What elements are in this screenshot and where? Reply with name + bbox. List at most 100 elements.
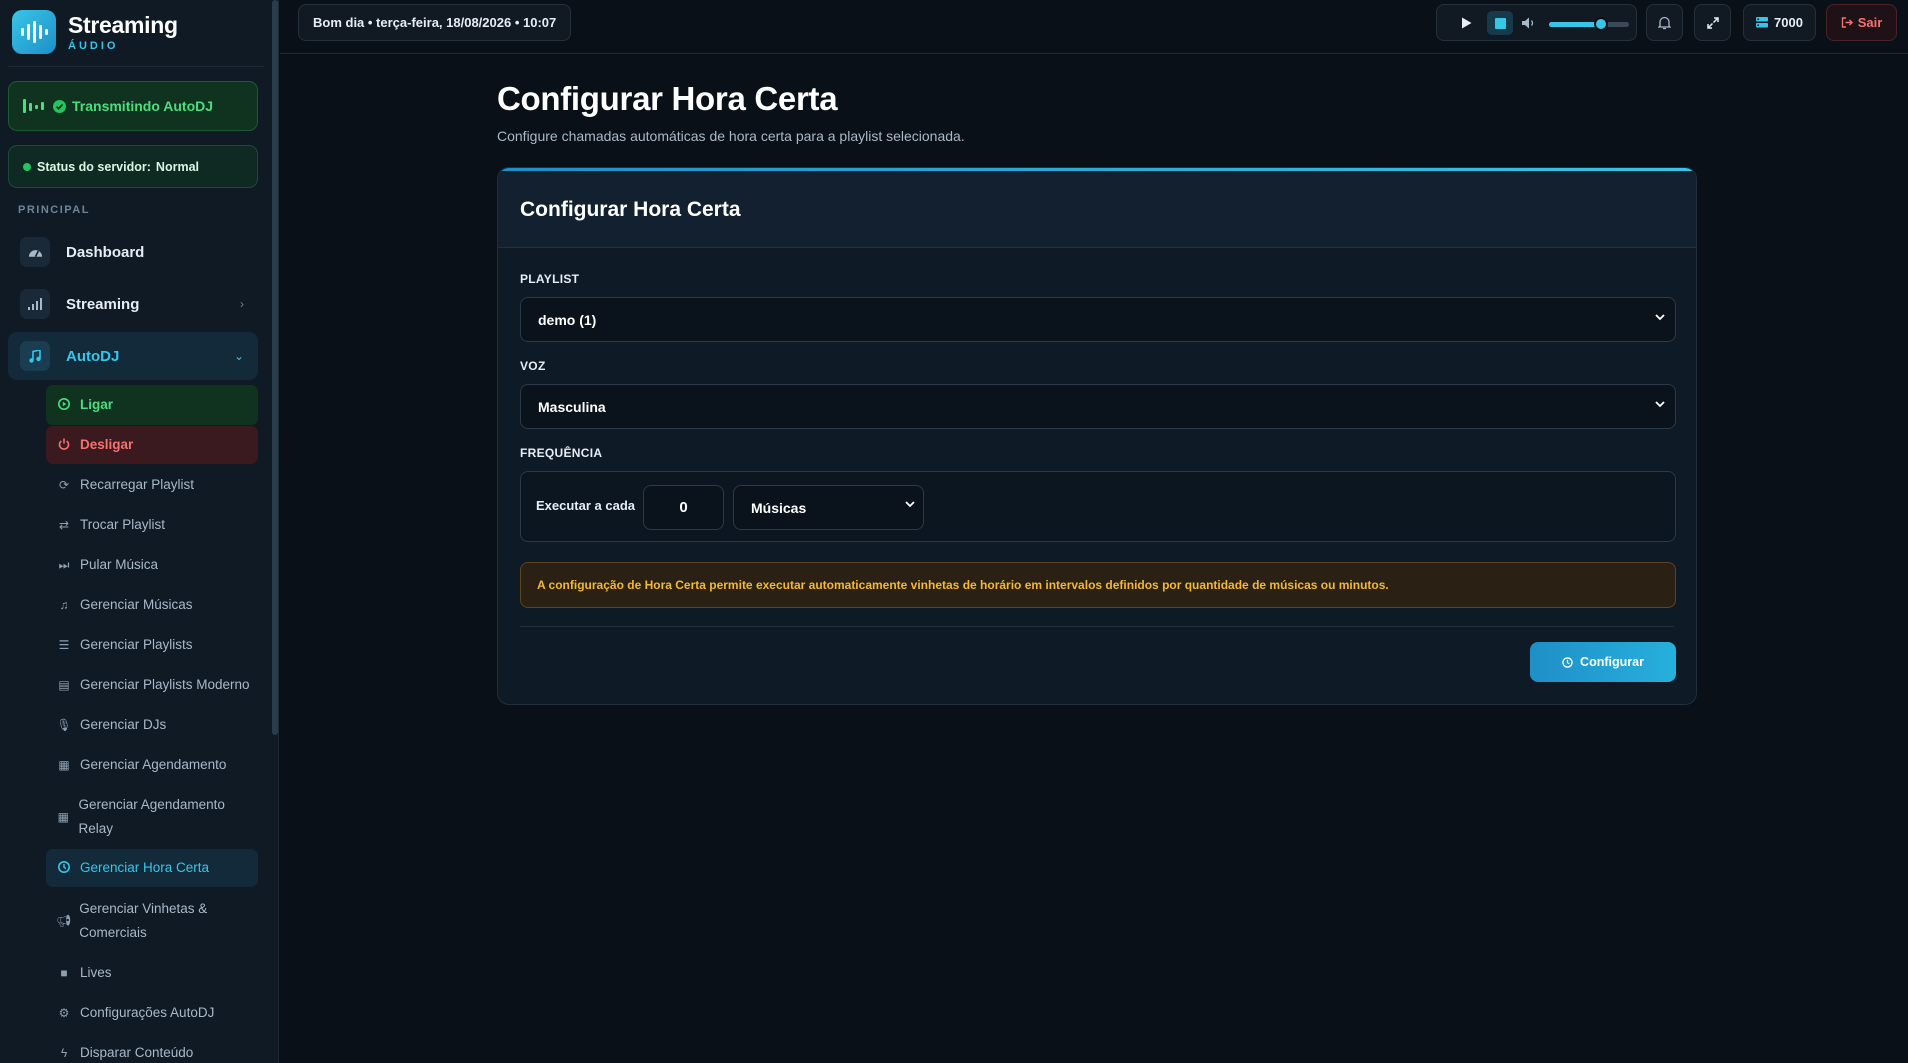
sidebar-item-streaming[interactable]: Streaming › bbox=[8, 280, 258, 328]
submenu-label: Ligar bbox=[80, 397, 114, 412]
audio-player bbox=[1436, 4, 1637, 41]
server-icon bbox=[1756, 17, 1769, 28]
submenu-label: Lives bbox=[80, 965, 112, 980]
chevron-down-icon bbox=[1655, 310, 1665, 324]
brand[interactable]: Streaming ÁUDIO bbox=[12, 10, 178, 54]
notifications-button[interactable] bbox=[1646, 4, 1683, 41]
submenu-manage-jingles[interactable]: 📢︎ Gerenciar Vinhetas & Comerciais bbox=[46, 897, 236, 945]
submenu-trigger-content[interactable]: ϟ Disparar Conteúdo bbox=[46, 1041, 258, 1063]
list-icon: ☰ bbox=[58, 638, 70, 652]
sidebar-item-label: Dashboard bbox=[66, 243, 145, 261]
server-status-value: Normal bbox=[155, 159, 199, 174]
topbar: Bom dia • terça-feira, 18/08/2026 • 10:0… bbox=[280, 0, 1908, 54]
submenu-switch-playlist[interactable]: ⇄ Trocar Playlist bbox=[46, 513, 258, 537]
submenu-manage-playlists[interactable]: ☰ Gerenciar Playlists bbox=[46, 633, 258, 657]
status-dot-icon bbox=[23, 162, 31, 171]
logout-button[interactable]: Sair bbox=[1826, 4, 1897, 41]
submenu-label: Desligar bbox=[80, 437, 134, 452]
volume-icon[interactable] bbox=[1520, 11, 1538, 35]
refresh-icon: ⟳ bbox=[58, 478, 70, 492]
card-header: Configurar Hora Certa bbox=[498, 168, 1696, 248]
chevron-down-icon: ⌄ bbox=[233, 349, 244, 363]
frequency-label: FREQUÊNCIA bbox=[520, 446, 603, 460]
clock-icon bbox=[1562, 656, 1573, 668]
server-status-label: Status do servidor: bbox=[37, 159, 151, 174]
check-circle-icon bbox=[53, 99, 66, 113]
page-title: Configurar Hora Certa bbox=[497, 80, 838, 117]
submenu-manage-schedule[interactable]: ▦ Gerenciar Agendamento bbox=[46, 753, 258, 777]
submenu-label: Recarregar Playlist bbox=[80, 477, 195, 492]
brand-subtitle: ÁUDIO bbox=[68, 40, 119, 52]
autodj-status-text: Transmitindo AutoDJ bbox=[72, 98, 214, 114]
frequency-group: Executar a cada 0 Músicas bbox=[520, 471, 1676, 542]
logout-label: Sair bbox=[1857, 15, 1883, 30]
chevron-down-icon bbox=[905, 499, 915, 511]
configure-button-label: Configurar bbox=[1580, 655, 1644, 669]
autodj-stop-button[interactable]: Desligar bbox=[46, 426, 258, 464]
sidebar: Streaming ÁUDIO Transmitindo AutoDJ Stat… bbox=[0, 0, 279, 1063]
hora-certa-form-card: Configurar Hora Certa PLAYLIST demo (1) … bbox=[497, 167, 1697, 705]
submenu-manage-playlists-modern[interactable]: ▤ Gerenciar Playlists Moderno bbox=[46, 673, 258, 697]
submenu-manage-songs[interactable]: ♫ Gerenciar Músicas bbox=[46, 593, 258, 617]
sidebar-item-dashboard[interactable]: Dashboard bbox=[8, 228, 258, 276]
audio-wave-icon bbox=[12, 10, 56, 54]
submenu-skip-song[interactable]: ⏭ Pular Música bbox=[46, 553, 258, 577]
submenu-manage-djs[interactable]: 🎙︎ Gerenciar DJs bbox=[46, 713, 258, 737]
submenu-label: Trocar Playlist bbox=[80, 517, 166, 532]
submenu-lives[interactable]: ■ Lives bbox=[46, 961, 258, 985]
sidebar-item-label: AutoDJ bbox=[66, 347, 120, 365]
autodj-start-button[interactable]: Ligar bbox=[46, 385, 258, 425]
voice-select[interactable]: Masculina bbox=[520, 384, 1676, 429]
stop-button[interactable] bbox=[1487, 11, 1513, 35]
submenu-label: Gerenciar Agendamento bbox=[80, 757, 227, 772]
submenu-label: Pular Música bbox=[80, 557, 159, 572]
submenu-label: Gerenciar Hora Certa bbox=[80, 860, 210, 875]
submenu-label: Disparar Conteúdo bbox=[80, 1045, 194, 1060]
calendar-icon: ▦ bbox=[57, 810, 69, 824]
bolt-icon: ϟ bbox=[60, 1046, 68, 1060]
card-accent-line bbox=[498, 168, 1696, 171]
frequency-prefix: Executar a cada bbox=[536, 498, 636, 513]
card-title: Configurar Hora Certa bbox=[520, 198, 741, 221]
voice-label: VOZ bbox=[520, 359, 546, 373]
calendar-icon: ▦ bbox=[58, 758, 70, 772]
volume-knob[interactable] bbox=[1594, 17, 1608, 31]
play-icon bbox=[1461, 17, 1471, 29]
expand-icon bbox=[1706, 16, 1719, 29]
submenu-label: Configurações AutoDJ bbox=[80, 1005, 215, 1020]
submenu-manage-hora-certa[interactable]: Gerenciar Hora Certa bbox=[46, 849, 258, 887]
table-icon: ▤ bbox=[58, 678, 70, 692]
frequency-unit-select[interactable]: Músicas bbox=[733, 485, 924, 530]
microphone-icon: 🎙︎ bbox=[56, 718, 72, 732]
submenu-label: Gerenciar DJs bbox=[80, 717, 167, 732]
playlist-select-value: demo (1) bbox=[538, 311, 597, 328]
frequency-input[interactable]: 0 bbox=[643, 485, 724, 530]
skip-icon: ⏭ bbox=[58, 557, 70, 572]
sidebar-item-label: Streaming bbox=[66, 295, 140, 313]
clock-icon bbox=[56, 860, 72, 876]
brand-name: Streaming bbox=[68, 12, 178, 38]
swap-icon: ⇄ bbox=[58, 518, 70, 532]
play-circle-icon bbox=[56, 397, 72, 413]
playlist-label: PLAYLIST bbox=[520, 272, 580, 286]
fullscreen-button[interactable] bbox=[1694, 4, 1731, 41]
dashboard-icon bbox=[20, 237, 50, 267]
submenu-reload-playlist[interactable]: ⟳ Recarregar Playlist bbox=[46, 473, 258, 497]
configure-button[interactable]: Configurar bbox=[1530, 642, 1676, 682]
page-subtitle: Configure chamadas automáticas de hora c… bbox=[497, 128, 965, 144]
credits-value: 7000 bbox=[1774, 15, 1803, 30]
sidebar-scrollbar[interactable] bbox=[272, 0, 278, 735]
frequency-unit-value: Músicas bbox=[751, 499, 807, 516]
submenu-manage-schedule-relay[interactable]: ▦ Gerenciar Agendamento Relay bbox=[46, 793, 246, 841]
sidebar-divider bbox=[8, 66, 264, 67]
voice-select-value: Masculina bbox=[538, 398, 606, 415]
play-button[interactable] bbox=[1453, 11, 1479, 35]
megaphone-icon: 📢︎ bbox=[56, 914, 72, 928]
playlist-select[interactable]: demo (1) bbox=[520, 297, 1676, 342]
submenu-autodj-settings[interactable]: ⚙ Configurações AutoDJ bbox=[46, 1001, 258, 1025]
music-icon: ♫ bbox=[59, 598, 69, 612]
info-alert: A configuração de Hora Certa permite exe… bbox=[520, 562, 1676, 608]
volume-slider[interactable] bbox=[1549, 17, 1629, 31]
credits-badge[interactable]: 7000 bbox=[1743, 4, 1816, 41]
sidebar-item-autodj[interactable]: AutoDJ ⌄ bbox=[8, 332, 258, 380]
